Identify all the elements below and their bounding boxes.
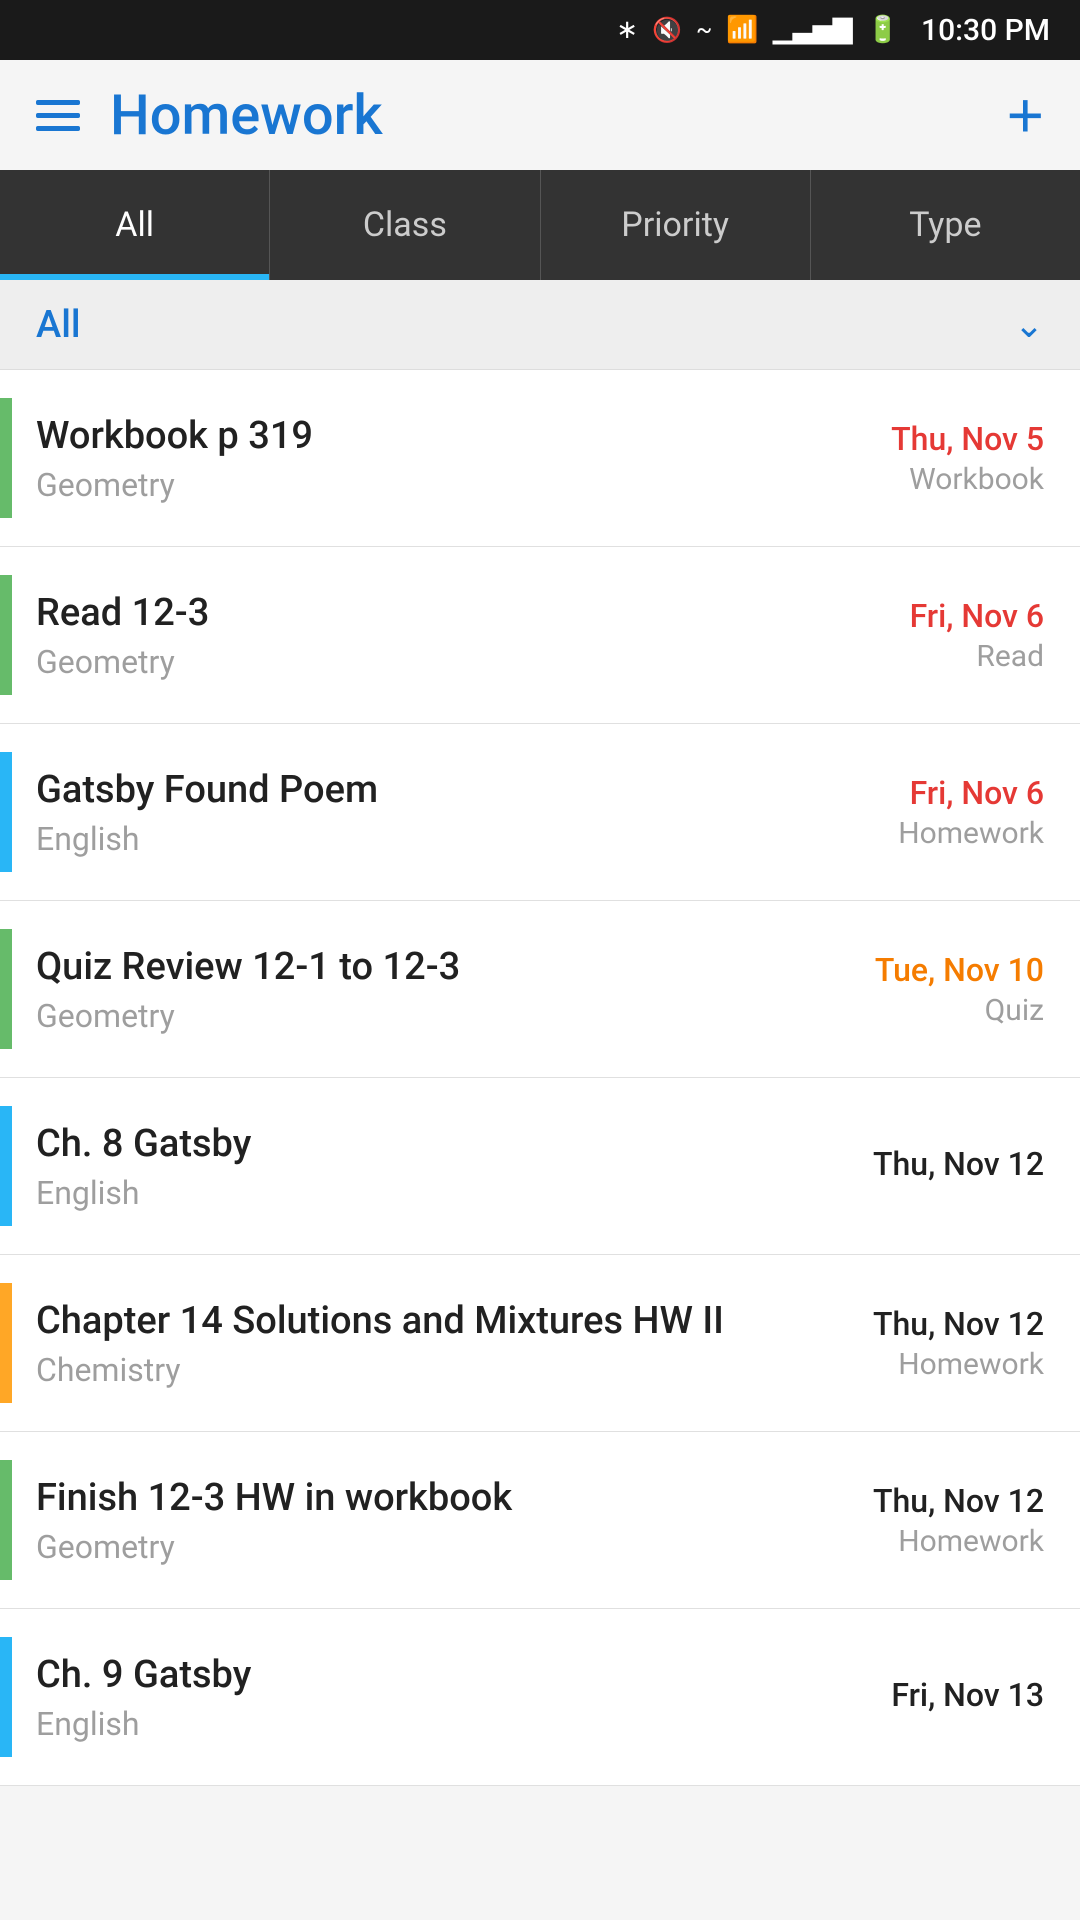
item-date: Fri, Nov 6 <box>910 774 1044 812</box>
list-item[interactable]: Gatsby Found Poem English Fri, Nov 6 Hom… <box>0 724 1080 901</box>
signal-icon: ▁▃▅▇ <box>773 15 853 45</box>
item-type: Homework <box>898 816 1044 851</box>
priority-color-bar <box>0 1106 12 1226</box>
item-subtitle: English <box>36 1705 764 1743</box>
item-content: Ch. 9 Gatsby English <box>36 1651 764 1742</box>
hamburger-line-1 <box>36 100 80 105</box>
item-right: Fri, Nov 6 Read <box>764 597 1044 674</box>
item-type: Workbook <box>909 462 1044 497</box>
item-date: Thu, Nov 12 <box>873 1305 1044 1343</box>
item-title: Read 12-3 <box>36 589 764 638</box>
list-item[interactable]: Read 12-3 Geometry Fri, Nov 6 Read <box>0 547 1080 724</box>
item-date: Fri, Nov 13 <box>891 1676 1044 1714</box>
item-right: Thu, Nov 12 Homework <box>764 1305 1044 1382</box>
item-type: Homework <box>898 1347 1044 1382</box>
item-type: Homework <box>898 1524 1044 1559</box>
menu-button[interactable] <box>36 100 80 131</box>
item-subtitle: Geometry <box>36 643 764 681</box>
item-subtitle: Geometry <box>36 1528 764 1566</box>
item-title: Ch. 9 Gatsby <box>36 1651 764 1700</box>
item-right: Thu, Nov 5 Workbook <box>764 420 1044 497</box>
tab-class[interactable]: Class <box>270 170 540 280</box>
tab-priority[interactable]: Priority <box>541 170 811 280</box>
item-subtitle: English <box>36 1174 764 1212</box>
item-title: Workbook p 319 <box>36 412 764 461</box>
priority-color-bar <box>0 398 12 518</box>
item-type: Read <box>976 639 1044 674</box>
item-title: Quiz Review 12-1 to 12-3 <box>36 943 764 992</box>
tab-all[interactable]: All <box>0 170 270 280</box>
item-right: Fri, Nov 13 <box>764 1676 1044 1718</box>
status-bar: ∗ 🔇 ~ 📶 ▁▃▅▇ 🔋 10:30 PM <box>0 0 1080 60</box>
list-item[interactable]: Workbook p 319 Geometry Thu, Nov 5 Workb… <box>0 370 1080 547</box>
item-right: Fri, Nov 6 Homework <box>764 774 1044 851</box>
list-item[interactable]: Ch. 9 Gatsby English Fri, Nov 13 <box>0 1609 1080 1786</box>
hamburger-line-3 <box>36 126 80 131</box>
item-date: Thu, Nov 12 <box>873 1145 1044 1183</box>
vibrate-icon: ~ <box>696 16 712 44</box>
priority-color-bar <box>0 929 12 1049</box>
item-type: Quiz <box>985 993 1044 1028</box>
priority-color-bar <box>0 752 12 872</box>
item-title: Gatsby Found Poem <box>36 766 764 815</box>
status-time: 10:30 PM <box>921 13 1050 48</box>
item-content: Read 12-3 Geometry <box>36 589 764 680</box>
list-item[interactable]: Finish 12-3 HW in workbook Geometry Thu,… <box>0 1432 1080 1609</box>
priority-color-bar <box>0 1283 12 1403</box>
priority-color-bar <box>0 575 12 695</box>
tab-all-label: All <box>115 205 154 245</box>
hamburger-line-2 <box>36 113 80 118</box>
item-title: Chapter 14 Solutions and Mixtures HW II <box>36 1297 764 1346</box>
mute-icon: 🔇 <box>652 16 682 44</box>
list-item[interactable]: Ch. 8 Gatsby English Thu, Nov 12 <box>0 1078 1080 1255</box>
header-left: Homework <box>36 82 383 148</box>
item-content: Workbook p 319 Geometry <box>36 412 764 503</box>
item-content: Gatsby Found Poem English <box>36 766 764 857</box>
item-subtitle: Chemistry <box>36 1351 764 1389</box>
list-item[interactable]: Quiz Review 12-1 to 12-3 Geometry Tue, N… <box>0 901 1080 1078</box>
item-title: Finish 12-3 HW in workbook <box>36 1474 764 1523</box>
item-content: Finish 12-3 HW in workbook Geometry <box>36 1474 764 1565</box>
item-subtitle: English <box>36 820 764 858</box>
item-content: Chapter 14 Solutions and Mixtures HW II … <box>36 1297 764 1388</box>
item-date: Thu, Nov 12 <box>873 1482 1044 1520</box>
tab-type[interactable]: Type <box>811 170 1080 280</box>
homework-list: Workbook p 319 Geometry Thu, Nov 5 Workb… <box>0 370 1080 1786</box>
page-title: Homework <box>110 82 383 148</box>
item-content: Quiz Review 12-1 to 12-3 Geometry <box>36 943 764 1034</box>
item-right: Thu, Nov 12 <box>764 1145 1044 1187</box>
item-subtitle: Geometry <box>36 997 764 1035</box>
status-icons: ∗ 🔇 ~ 📶 ▁▃▅▇ 🔋 10:30 PM <box>616 13 1050 48</box>
item-content: Ch. 8 Gatsby English <box>36 1120 764 1211</box>
item-subtitle: Geometry <box>36 466 764 504</box>
tab-type-label: Type <box>909 205 981 245</box>
item-date: Fri, Nov 6 <box>910 597 1044 635</box>
tab-bar: All Class Priority Type <box>0 170 1080 280</box>
section-title: All <box>36 303 81 347</box>
bluetooth-icon: ∗ <box>616 15 638 45</box>
tab-priority-label: Priority <box>621 205 729 245</box>
item-date: Tue, Nov 10 <box>875 951 1044 989</box>
battery-icon: 🔋 <box>867 15 899 45</box>
priority-color-bar <box>0 1637 12 1757</box>
section-header[interactable]: All ⌄ <box>0 280 1080 370</box>
list-item[interactable]: Chapter 14 Solutions and Mixtures HW II … <box>0 1255 1080 1432</box>
priority-color-bar <box>0 1460 12 1580</box>
chevron-up-icon: ⌄ <box>1014 304 1044 346</box>
item-right: Thu, Nov 12 Homework <box>764 1482 1044 1559</box>
wifi-icon: 📶 <box>726 15 758 45</box>
app-header: Homework + <box>0 60 1080 170</box>
tab-class-label: Class <box>363 205 447 245</box>
item-date: Thu, Nov 5 <box>891 420 1044 458</box>
add-homework-button[interactable]: + <box>1007 83 1044 147</box>
item-title: Ch. 8 Gatsby <box>36 1120 764 1169</box>
item-right: Tue, Nov 10 Quiz <box>764 951 1044 1028</box>
